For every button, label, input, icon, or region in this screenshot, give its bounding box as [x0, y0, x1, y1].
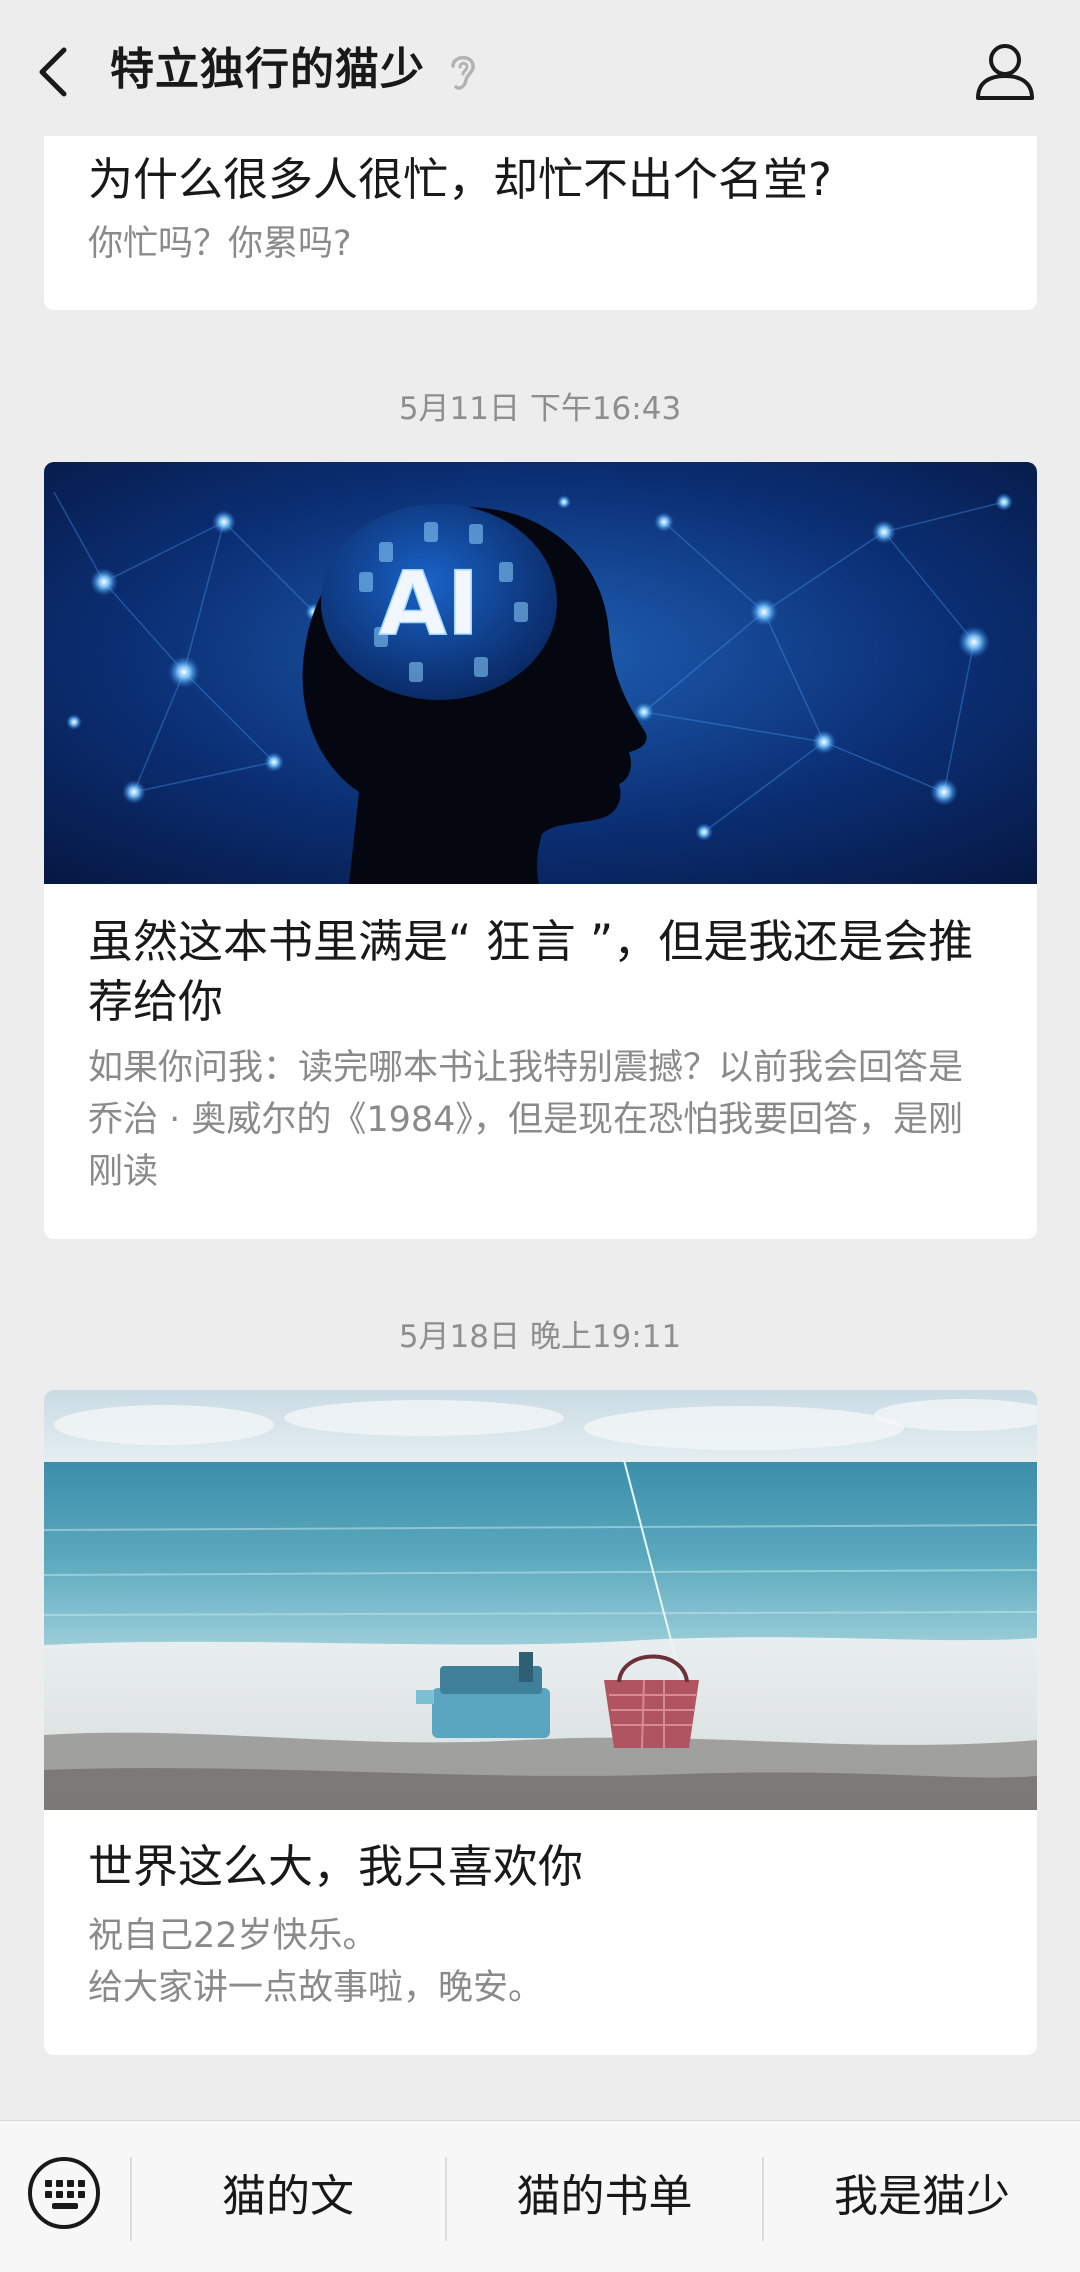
- person-icon: [976, 44, 1034, 100]
- article-card[interactable]: AI 虽然这本书里满是“ 狂言 ”，但是我还是会推荐给你 如果你问我：读完哪本书…: [44, 462, 1037, 1239]
- article-cover-image: [44, 1390, 1037, 1810]
- page-title: 特立独行的猫少: [110, 44, 425, 95]
- keyboard-toggle-button[interactable]: [26, 2155, 102, 2231]
- menu-item-booklist[interactable]: 猫的书单: [447, 2121, 762, 2272]
- chevron-left-icon: [39, 47, 67, 97]
- article-digest: 如果你问我：读完哪本书让我特别震撼？以前我会回答是乔治 · 奥威尔的《1984》…: [88, 1048, 964, 1192]
- keyboard-icon: [28, 2157, 100, 2229]
- message-timestamp: 5月18日 晚上19:11: [398, 1319, 682, 1355]
- menu-item-articles[interactable]: 猫的文: [132, 2121, 444, 2272]
- article-title: 为什么很多人很忙，却忙不出个名堂?: [88, 153, 832, 206]
- article-digest-line: 给大家讲一点故事啦，晚安。: [88, 1968, 544, 2008]
- article-title: 虽然这本书里满是“ 狂言 ”，但是我还是会推荐给你: [88, 915, 974, 1028]
- bottom-menu-bar: 猫的文 猫的书单 我是猫少: [0, 2120, 1080, 2272]
- profile-button[interactable]: [972, 38, 1038, 104]
- ear-icon: [445, 50, 481, 94]
- menu-item-about[interactable]: 我是猫少: [764, 2121, 1080, 2272]
- article-card[interactable]: 世界这么大，我只喜欢你 祝自己22岁快乐。 给大家讲一点故事啦，晚安。: [44, 1390, 1037, 2055]
- article-cover-image: AI: [44, 462, 1037, 884]
- article-digest-line: 祝自己22岁快乐。: [88, 1916, 378, 1956]
- back-button[interactable]: [22, 32, 92, 112]
- article-digest: 你忙吗？你累吗?: [88, 224, 352, 264]
- cover-ai-text: AI: [379, 552, 480, 655]
- article-card[interactable]: 为什么很多人很忙，却忙不出个名堂? 你忙吗？你累吗?: [44, 110, 1037, 310]
- header-bar: 特立独行的猫少: [0, 0, 1080, 136]
- article-title: 世界这么大，我只喜欢你: [88, 1840, 584, 1893]
- message-timestamp: 5月11日 下午16:43: [398, 391, 682, 427]
